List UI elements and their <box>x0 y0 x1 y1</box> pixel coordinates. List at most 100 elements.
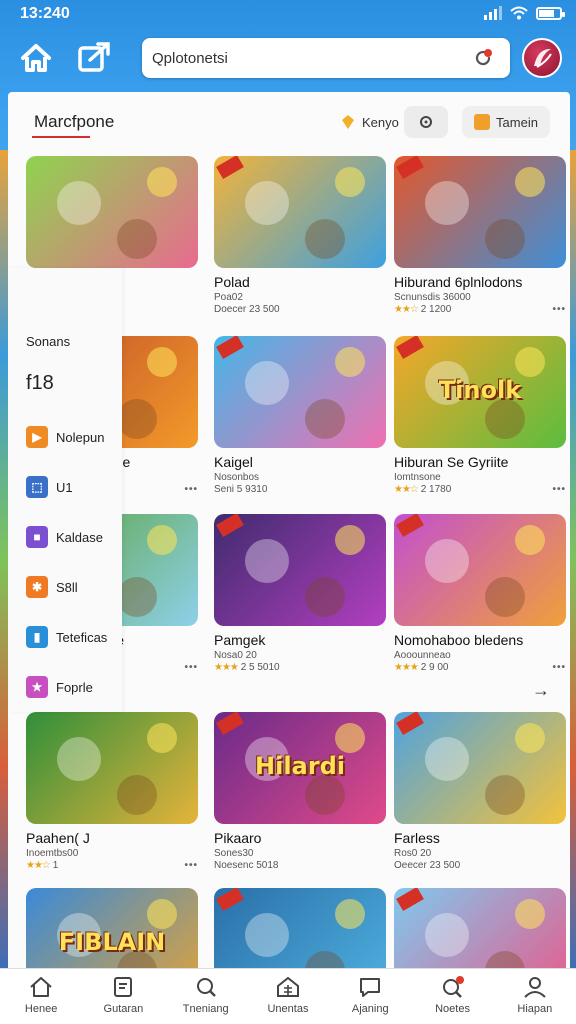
side-menu-header: Sonans <box>26 334 71 349</box>
game-thumbnail[interactable] <box>214 336 386 448</box>
game-card[interactable]: Hilardi Pikaaro Sones30 Noesenc 5018 <box>214 712 386 871</box>
diamond-icon <box>342 115 354 129</box>
card-title: Polad <box>214 274 250 290</box>
game-card[interactable]: Hiburand 6plnlodons Scnunsdis 36000 ★★☆ 2 … <box>394 156 566 315</box>
nav-item[interactable]: Ajaning <box>329 969 411 1024</box>
refresh-icon[interactable] <box>472 47 494 69</box>
more-options-icon[interactable]: ••• <box>552 304 566 315</box>
more-options-icon[interactable]: ••• <box>552 662 566 673</box>
nav-item[interactable]: Henee <box>0 969 82 1024</box>
more-options-icon[interactable]: ••• <box>184 662 198 673</box>
side-menu-item[interactable]: ⬚ U1 <box>26 476 73 498</box>
search-input[interactable] <box>152 46 452 70</box>
game-thumbnail[interactable] <box>26 712 198 824</box>
thumbnail-art <box>304 399 345 440</box>
card-meta-left: Oeecer 23 500 <box>394 860 460 871</box>
side-menu-item[interactable]: ★ Foprle <box>26 676 93 698</box>
tamein-button[interactable]: Tamein <box>462 106 550 138</box>
nav-item-label: Hiapan <box>517 1003 553 1015</box>
game-card[interactable]: Kaigel Nosonbos Seni 5 9310 <box>214 336 386 495</box>
thumbnail-title: Hilardi <box>255 752 345 781</box>
card-meta-left: Seni 5 9310 <box>214 484 267 495</box>
side-menu-item[interactable]: ▶ Nolepun <box>26 426 104 448</box>
thumbnail-art <box>424 180 469 225</box>
ribbon-badge <box>396 888 424 912</box>
card-meta-left: ★★★ 2 5 5010 <box>214 662 280 673</box>
home-icon[interactable] <box>18 40 54 76</box>
game-thumbnail[interactable] <box>394 712 566 824</box>
nav-item[interactable]: Gutaran <box>82 969 164 1024</box>
game-card[interactable]: Polad Poa02 Doecer 23 500 <box>214 156 386 315</box>
settings-button[interactable] <box>404 106 448 138</box>
game-thumbnail[interactable] <box>214 888 386 972</box>
more-options-icon[interactable]: ••• <box>184 860 198 871</box>
game-card[interactable]: Farless Ros0 20 Oeecer 23 500 <box>394 712 566 871</box>
ribbon-badge <box>216 156 244 180</box>
side-menu-item[interactable]: ✱ S8ll <box>26 576 78 598</box>
card-subtitle: Inoemtbs00 <box>26 848 79 859</box>
game-thumbnail[interactable] <box>394 514 566 626</box>
signal-icon <box>484 6 502 20</box>
thumbnail-art <box>424 538 469 583</box>
thumbnail-title: Tinolk <box>438 376 522 405</box>
game-card[interactable]: Nomohaboo bledens Aooounneao ★★★ 2 9 00 ••• <box>394 514 566 673</box>
ribbon-badge <box>396 712 424 736</box>
game-thumbnail[interactable] <box>394 888 566 972</box>
side-menu-item[interactable]: ▮ Teteficas <box>26 626 107 648</box>
game-card[interactable]: Pamgek Nosa0 20 ★★★ 2 5 5010 <box>214 514 386 673</box>
share-icon[interactable] <box>76 40 114 76</box>
game-card[interactable]: Tinolk Hiburan Se Gyriite Iomtnsone ★★☆ 2 1… <box>394 336 566 495</box>
game-thumbnail[interactable] <box>214 514 386 626</box>
game-thumbnail[interactable]: Hilardi <box>214 712 386 824</box>
nav-item[interactable]: Tneniang <box>165 969 247 1024</box>
status-bar: 13:240 <box>0 0 576 28</box>
avatar[interactable] <box>522 38 562 78</box>
nav-item-label: Tneniang <box>182 1003 229 1015</box>
card-meta-value: Oeecer 23 500 <box>394 860 461 871</box>
thumbnail-art <box>424 736 469 781</box>
thumbnail-art <box>424 912 469 957</box>
ribbon-badge <box>216 712 244 736</box>
game-card[interactable]: FIBLAINGannegon SalhenGooaentsoes★★☆ 2 1… <box>26 888 198 972</box>
thumbnail-art <box>515 167 546 198</box>
card-meta-left: Doecer 23 500 <box>214 304 280 315</box>
nav-item[interactable]: Unentas <box>247 969 329 1024</box>
side-menu-item-label: Kaldase <box>56 529 103 545</box>
game-thumbnail[interactable] <box>26 156 198 268</box>
nav-item[interactable]: Hiapan <box>494 969 576 1024</box>
side-menu-item[interactable]: ■ Kaldase <box>26 526 103 548</box>
title-underline <box>32 136 90 138</box>
card-meta-value: 2 9 00 <box>420 662 449 673</box>
game-card[interactable] <box>394 888 566 972</box>
thumbnail-art <box>515 723 546 754</box>
thumbnail-art <box>515 347 546 378</box>
card-title: Kaigel <box>214 454 253 470</box>
card-meta-left: Noesenc 5018 <box>214 860 279 871</box>
card-title: Farless <box>394 830 440 846</box>
game-thumbnail[interactable] <box>214 156 386 268</box>
tablet-icon <box>114 977 133 997</box>
arrow-right-icon[interactable]: → <box>532 680 550 701</box>
game-thumbnail[interactable]: Tinolk <box>394 336 566 448</box>
gear-icon <box>420 116 432 128</box>
thumbnail-art <box>147 525 178 556</box>
search-notify-icon <box>442 976 464 998</box>
card-meta-left: ★★☆ 2 1200 <box>394 304 451 315</box>
more-options-icon[interactable]: ••• <box>184 484 198 495</box>
top-header <box>0 30 576 88</box>
search-box[interactable] <box>142 38 510 78</box>
kenyo-chip[interactable]: Kenyo <box>330 106 409 138</box>
nav-item[interactable]: Noetes <box>411 969 493 1024</box>
side-menu: Sonans f18 ▶ Nolepun ⬚ U1 ■ Kaldase ✱ S8ll ▮ Tete… <box>8 268 122 712</box>
card-title: Nomohaboo bledens <box>394 632 524 648</box>
game-thumbnail[interactable] <box>394 156 566 268</box>
ribbon-badge <box>216 514 244 538</box>
more-options-icon[interactable]: ••• <box>552 484 566 495</box>
card-meta: ★★☆ 2 1200 ••• <box>394 304 566 315</box>
rating-stars: ★★★ <box>214 662 239 673</box>
game-thumbnail[interactable]: FIBLAIN <box>26 888 198 972</box>
game-card[interactable]: Paahen( J Inoemtbs00 ★★☆ 1 ••• <box>26 712 198 871</box>
game-card[interactable]: UnlieuranUonmsoniosas★★☆ 29 136••• <box>214 888 386 972</box>
card-title: Pamgek <box>214 632 266 648</box>
kenyo-label: Kenyo <box>362 114 399 130</box>
